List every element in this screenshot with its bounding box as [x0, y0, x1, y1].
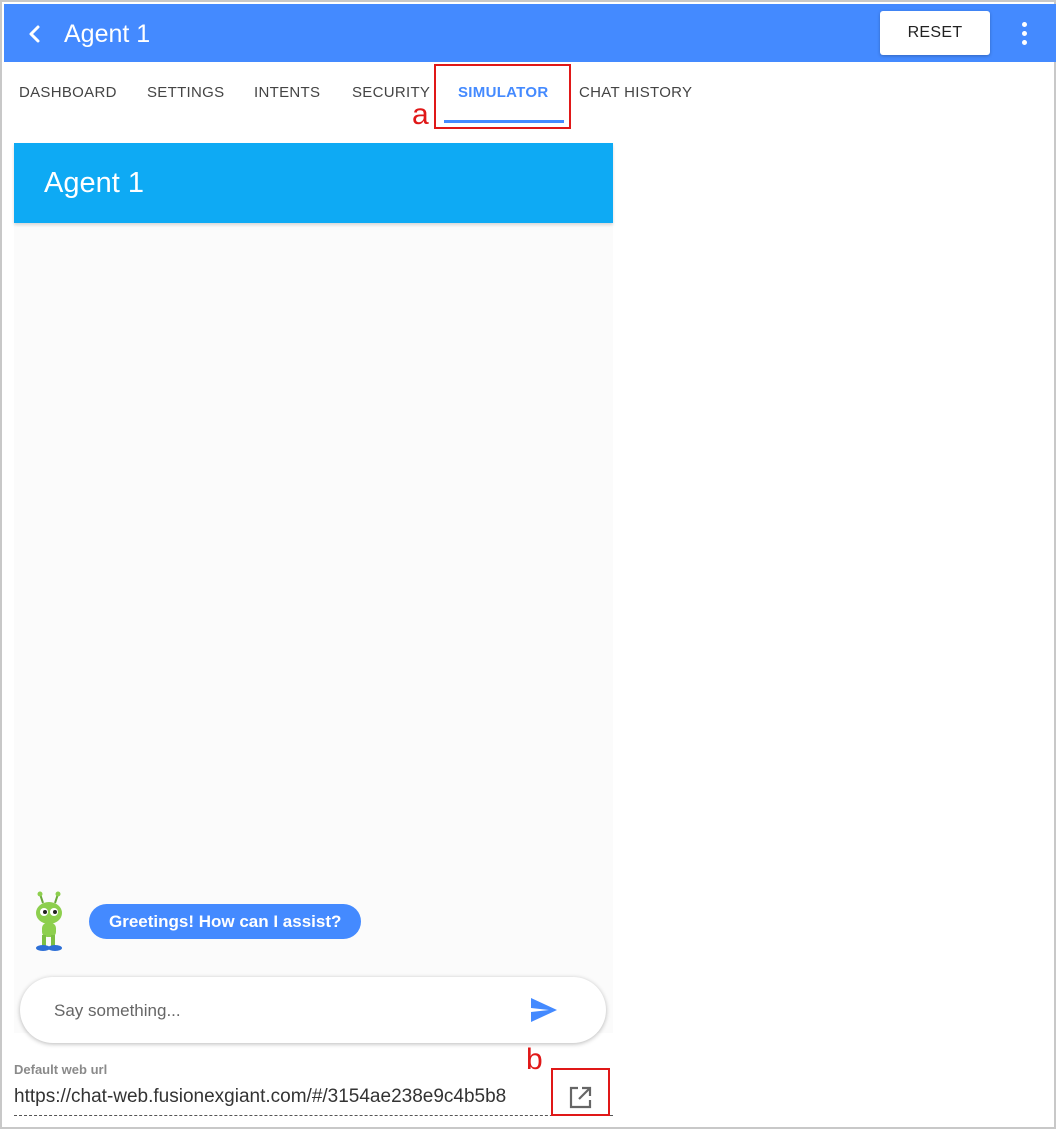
message-input[interactable] [54, 999, 494, 1023]
tab-intents[interactable]: INTENTS [254, 84, 320, 101]
annotation-box-b [551, 1068, 610, 1116]
bot-message-bubble: Greetings! How can I assist? [89, 904, 362, 939]
simulator-panel: Agent 1 Greetings! How can I assist? [14, 143, 613, 1043]
annotation-box-a [434, 64, 571, 129]
send-button[interactable] [530, 997, 558, 1023]
page-title: Agent 1 [64, 20, 151, 48]
simulator-header: Agent 1 [14, 143, 613, 223]
tab-chat-history[interactable]: CHAT HISTORY [579, 84, 692, 101]
simulator-title: Agent 1 [44, 167, 144, 199]
app-frame: Agent 1 RESET DASHBOARD SETTINGS INTENTS… [0, 0, 1056, 1129]
web-url-field: https://chat-web.fusionexgiant.com/#/315… [14, 1080, 613, 1116]
message-input-bar [20, 977, 606, 1043]
bot-avatar-icon [36, 891, 62, 951]
web-url-label: Default web url [14, 1062, 108, 1077]
annotation-label-b: b [526, 1043, 543, 1076]
back-button[interactable] [22, 21, 48, 47]
tab-settings[interactable]: SETTINGS [147, 84, 224, 101]
more-options-button[interactable] [1012, 18, 1036, 48]
app-bar: Agent 1 RESET [4, 4, 1056, 62]
web-url-value[interactable]: https://chat-web.fusionexgiant.com/#/315… [14, 1086, 506, 1108]
reset-button[interactable]: RESET [880, 11, 990, 55]
tab-dashboard[interactable]: DASHBOARD [19, 84, 117, 101]
send-icon [531, 998, 557, 1022]
more-vert-icon [1022, 22, 1027, 27]
chevron-left-icon [29, 25, 40, 43]
annotation-label-a: a [412, 98, 429, 131]
